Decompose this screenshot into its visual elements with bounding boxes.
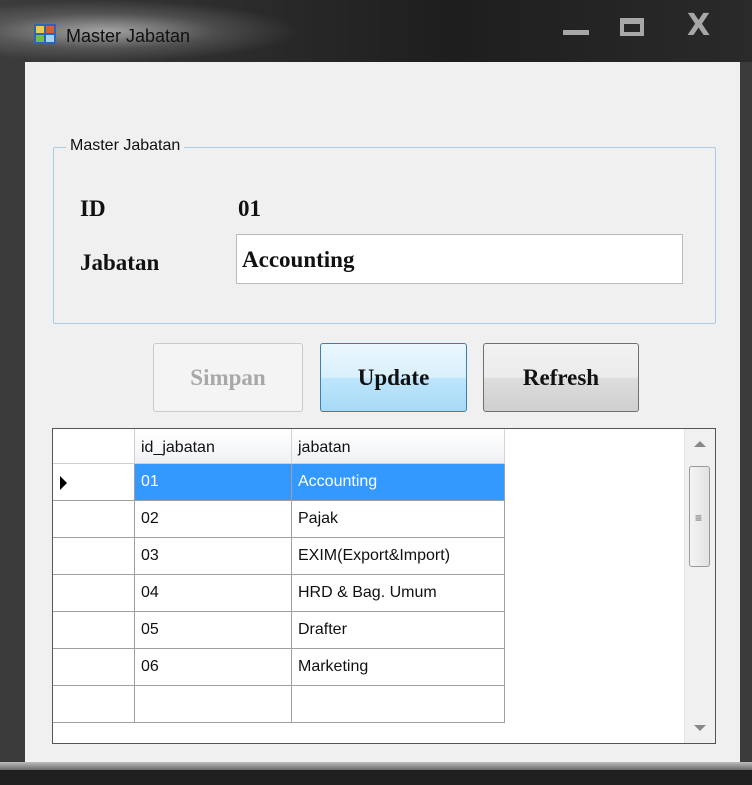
- cell-jabatan[interactable]: Accounting: [292, 464, 505, 501]
- minimize-icon[interactable]: [563, 30, 589, 35]
- scroll-up-icon[interactable]: [694, 441, 706, 447]
- row-header[interactable]: [53, 612, 135, 649]
- cell-jabatan[interactable]: Marketing: [292, 649, 505, 686]
- scroll-down-icon[interactable]: [694, 725, 706, 731]
- grid-header: id_jabatan jabatan: [53, 429, 505, 464]
- cell-jabatan[interactable]: Drafter: [292, 612, 505, 649]
- column-header-jabatan[interactable]: jabatan: [292, 429, 505, 464]
- cell-jabatan[interactable]: HRD & Bag. Umum: [292, 575, 505, 612]
- table-row[interactable]: 02 Pajak: [53, 501, 505, 538]
- update-button[interactable]: Update: [320, 343, 467, 412]
- table-row[interactable]: 03 EXIM(Export&Import): [53, 538, 505, 575]
- window-frame: Master Jabatan X Master Jabatan ID 01 Ja…: [0, 0, 752, 785]
- title-bar[interactable]: Master Jabatan X: [0, 0, 752, 62]
- row-header[interactable]: [53, 538, 135, 575]
- grip-icon: ≡: [695, 511, 703, 525]
- bottom-border-highlight: [0, 762, 752, 770]
- table-row[interactable]: 05 Drafter: [53, 612, 505, 649]
- window-title: Master Jabatan: [66, 26, 191, 46]
- jabatan-data-grid[interactable]: id_jabatan jabatan 01 Accounting 02 Paja…: [52, 428, 716, 744]
- id-value: 01: [238, 196, 261, 221]
- id-label: ID: [80, 196, 106, 221]
- app-icon: [34, 24, 56, 44]
- window-bottom-border: [0, 762, 752, 785]
- cell-id-jabatan[interactable]: [135, 686, 292, 723]
- cell-jabatan[interactable]: [292, 686, 505, 723]
- cell-id-jabatan[interactable]: 03: [135, 538, 292, 575]
- row-header[interactable]: [53, 464, 135, 501]
- row-pointer-icon: [60, 476, 67, 490]
- simpan-button[interactable]: Simpan: [153, 343, 303, 412]
- row-header[interactable]: [53, 686, 135, 723]
- cell-jabatan[interactable]: Pajak: [292, 501, 505, 538]
- table-row[interactable]: 06 Marketing: [53, 649, 505, 686]
- cell-id-jabatan[interactable]: 01: [135, 464, 292, 501]
- table-row[interactable]: 04 HRD & Bag. Umum: [53, 575, 505, 612]
- cell-id-jabatan[interactable]: 04: [135, 575, 292, 612]
- scrollbar-thumb[interactable]: ≡: [689, 466, 710, 567]
- cell-id-jabatan[interactable]: 02: [135, 501, 292, 538]
- jabatan-label: Jabatan: [80, 250, 160, 275]
- table-row[interactable]: 01 Accounting: [53, 464, 505, 501]
- row-header[interactable]: [53, 501, 135, 538]
- refresh-button[interactable]: Refresh: [483, 343, 639, 412]
- vertical-scrollbar[interactable]: ≡: [684, 429, 715, 743]
- jabatan-input[interactable]: Accounting: [236, 234, 683, 284]
- grid-corner-header[interactable]: [53, 429, 135, 464]
- row-header[interactable]: [53, 575, 135, 612]
- close-icon[interactable]: X: [687, 8, 710, 43]
- table-row-partial[interactable]: [53, 686, 505, 723]
- row-header[interactable]: [53, 649, 135, 686]
- cell-id-jabatan[interactable]: 05: [135, 612, 292, 649]
- cell-jabatan[interactable]: EXIM(Export&Import): [292, 538, 505, 575]
- groupbox-label: Master Jabatan: [66, 137, 185, 155]
- cell-id-jabatan[interactable]: 06: [135, 649, 292, 686]
- maximize-icon[interactable]: [620, 18, 644, 36]
- column-header-id-jabatan[interactable]: id_jabatan: [135, 429, 292, 464]
